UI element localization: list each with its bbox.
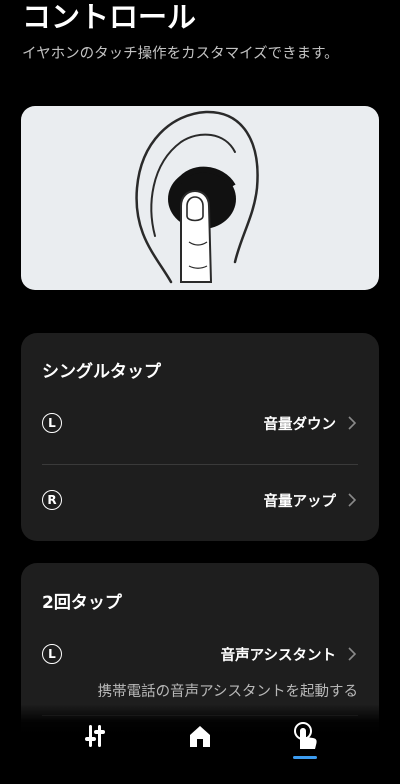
single-tap-card: シングルタップ L 音量ダウン R 音量アップ bbox=[21, 333, 379, 541]
bottom-tab-bar bbox=[0, 704, 400, 784]
double-tap-left-row[interactable]: L 音声アシスタント bbox=[42, 634, 358, 674]
chevron-right-icon bbox=[348, 647, 358, 661]
ear-touch-illustration bbox=[21, 106, 379, 290]
single-tap-left-row[interactable]: L 音量ダウン bbox=[42, 403, 358, 443]
double-tap-title: 2回タップ bbox=[42, 593, 122, 613]
chevron-right-icon bbox=[348, 493, 358, 507]
selected-tab-indicator bbox=[293, 756, 317, 759]
single-tap-right-row[interactable]: R 音量アップ bbox=[42, 480, 358, 520]
left-earbud-badge: L bbox=[42, 644, 62, 664]
ear-touch-icon bbox=[135, 110, 259, 284]
home-icon bbox=[190, 726, 210, 747]
touch-icon bbox=[294, 722, 317, 749]
divider bbox=[42, 464, 358, 465]
single-tap-left-value: 音量ダウン bbox=[263, 416, 337, 433]
right-earbud-badge: R bbox=[42, 490, 62, 510]
double-tap-left-description: 携帯電話の音声アシスタントを起動する bbox=[97, 684, 358, 700]
page-subtitle: イヤホンのタッチ操作をカスタマイズできます。 bbox=[22, 46, 339, 62]
equalizer-icon bbox=[85, 725, 105, 747]
single-tap-right-value: 音量アップ bbox=[263, 493, 337, 510]
header: コントロール イヤホンのタッチ操作をカスタマイズできます。 bbox=[22, 0, 392, 63]
chevron-right-icon bbox=[348, 416, 358, 430]
page-title: コントロール bbox=[22, 0, 197, 34]
double-tap-left-value: 音声アシスタント bbox=[220, 647, 336, 664]
tab-equalizer[interactable] bbox=[75, 716, 115, 756]
left-earbud-badge: L bbox=[42, 413, 62, 433]
single-tap-title: シングルタップ bbox=[42, 362, 161, 382]
tab-touch[interactable] bbox=[285, 716, 325, 756]
tab-home[interactable] bbox=[180, 716, 220, 756]
